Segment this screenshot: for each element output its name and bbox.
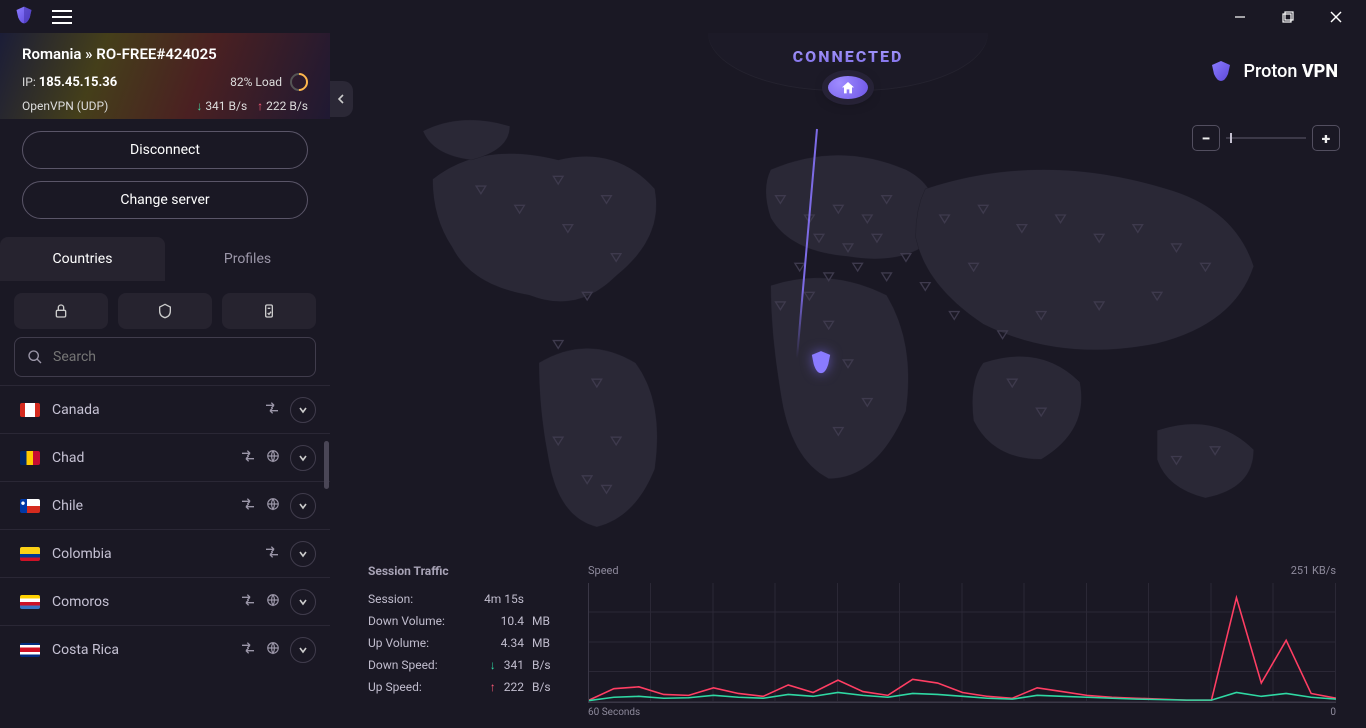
chart-max-label: 251 KB/s (1291, 564, 1336, 577)
p2p-icon (240, 592, 256, 611)
scrollbar-thumb[interactable] (324, 441, 329, 489)
traffic-title: Session Traffic (368, 564, 558, 578)
collapse-sidebar-button[interactable] (330, 81, 353, 117)
flag-icon (20, 499, 40, 513)
flag-icon (20, 451, 40, 465)
expand-button[interactable] (290, 589, 316, 615)
country-name: Chad (52, 450, 228, 466)
connection-status-label: CONNECTED (793, 47, 904, 66)
stat-row: Session:4m 15s (368, 588, 558, 610)
country-row-chile[interactable]: Chile (0, 481, 330, 529)
app-logo-icon (14, 5, 34, 29)
country-row-canada[interactable]: Canada (0, 385, 330, 433)
p2p-icon (240, 448, 256, 467)
p2p-icon (264, 400, 280, 419)
flag-icon (20, 403, 40, 417)
menu-button[interactable] (52, 10, 72, 24)
brand-logo: Proton VPN (1209, 59, 1338, 83)
globe-icon (266, 592, 280, 611)
expand-button[interactable] (290, 397, 316, 423)
home-button[interactable] (828, 76, 868, 99)
country-row-chad[interactable]: Chad (0, 433, 330, 481)
stat-row: Up Volume:4.34MB (368, 632, 558, 654)
p2p-icon (240, 640, 256, 659)
country-name: Canada (52, 402, 252, 418)
chart-x-left: 60 Seconds (588, 707, 640, 718)
expand-button[interactable] (290, 445, 316, 471)
server-load: 82% Load (230, 73, 308, 91)
globe-icon (266, 640, 280, 659)
protocol-label: OpenVPN (UDP) (22, 99, 108, 113)
stat-row: Down Speed:↓341B/s (368, 654, 558, 676)
flag-icon (20, 643, 40, 657)
expand-button[interactable] (290, 637, 316, 663)
country-name: Costa Rica (52, 642, 228, 658)
p2p-icon (240, 496, 256, 515)
window-minimize-button[interactable] (1218, 2, 1262, 32)
p2p-icon (264, 544, 280, 563)
stat-row: Up Speed:↑222B/s (368, 676, 558, 698)
zoom-in-button[interactable]: + (1312, 125, 1340, 151)
flag-icon (20, 547, 40, 561)
ip-address: IP: 185.45.15.36 (22, 75, 117, 90)
country-name: Chile (52, 498, 228, 514)
zoom-slider[interactable] (1226, 136, 1306, 140)
country-name: Comoros (52, 594, 228, 610)
tab-countries[interactable]: Countries (0, 237, 165, 281)
stat-row: Down Volume:10.4MB (368, 610, 558, 632)
globe-icon (266, 448, 280, 467)
country-row-costa-rica[interactable]: Costa Rica (0, 625, 330, 673)
search-icon (27, 349, 43, 365)
upload-speed: ↑222 B/s (257, 99, 308, 113)
connection-breadcrumb: Romania » RO-FREE#424025 (22, 45, 308, 63)
filter-secure-core-button[interactable] (14, 293, 108, 329)
filter-netshield-button[interactable] (118, 293, 212, 329)
globe-icon (266, 496, 280, 515)
window-close-button[interactable] (1314, 2, 1358, 32)
tab-profiles[interactable]: Profiles (165, 237, 330, 281)
chart-speed-label: Speed (588, 564, 619, 577)
chart-x-right: 0 (1330, 707, 1336, 718)
zoom-out-button[interactable]: − (1192, 125, 1220, 151)
expand-button[interactable] (290, 541, 316, 567)
window-maximize-button[interactable] (1266, 2, 1310, 32)
country-name: Colombia (52, 546, 252, 562)
country-row-colombia[interactable]: Colombia (0, 529, 330, 577)
speed-chart (588, 583, 1336, 703)
load-ring-icon (286, 69, 311, 94)
disconnect-button[interactable]: Disconnect (22, 131, 308, 169)
server-pin-icon (810, 351, 832, 381)
country-row-comoros[interactable]: Comoros (0, 577, 330, 625)
expand-button[interactable] (290, 493, 316, 519)
change-server-button[interactable]: Change server (22, 181, 308, 219)
flag-icon (20, 595, 40, 609)
download-speed: ↓341 B/s (196, 99, 247, 113)
filter-port-forward-button[interactable] (222, 293, 316, 329)
search-input[interactable] (14, 337, 316, 377)
